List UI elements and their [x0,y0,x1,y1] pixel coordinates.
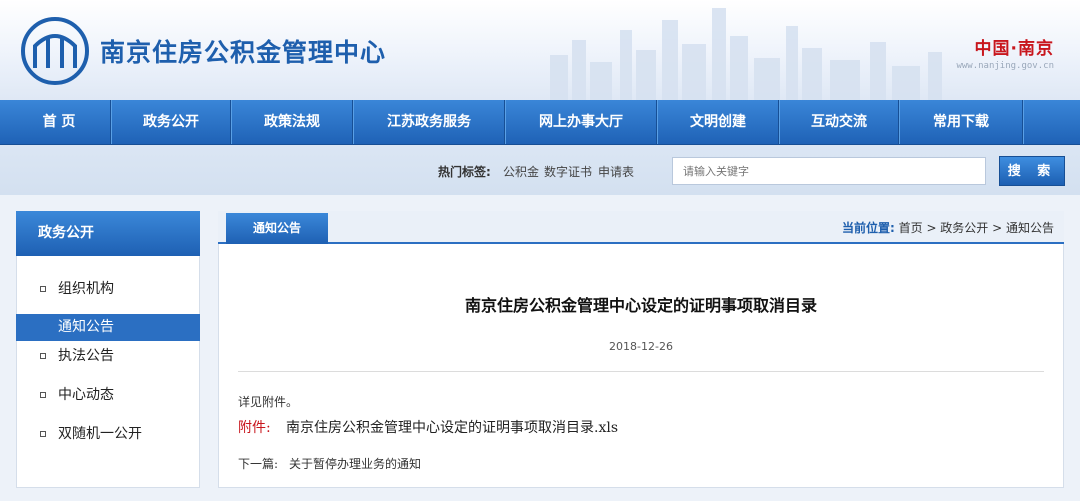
article-date: 2018-12-26 [609,340,673,353]
breadcrumb-prefix: 当前位置: [841,221,895,235]
hot-tag-link[interactable]: 数字证书 [544,163,592,180]
brand-url-text: www.nanjing.gov.cn [956,61,1054,71]
nanjing-brand-logo[interactable]: 中国·南京 www.nanjing.gov.cn [956,34,1054,71]
site-header: 南京住房公积金管理中心 中国·南京 www.nanjing.gov.cn [0,0,1080,100]
article-body: 详见附件。 [238,395,299,409]
nav-divider [1022,100,1024,144]
nav-item-home[interactable]: 首 页 [0,100,118,144]
sidebar-item-label: 执法公告 [58,348,114,364]
sidebar-item-center-news[interactable]: 中心动态 [16,382,200,409]
next-article-label: 下一篇: [238,457,279,471]
hot-tag-link[interactable]: 申请表 [598,163,634,180]
tab-notices[interactable]: 通知公告 [226,213,328,244]
nav-item-civilization[interactable]: 文明创建 [658,100,778,144]
hot-tag-link[interactable]: 公积金 [503,163,539,180]
search-button[interactable]: 搜 索 [999,156,1065,186]
sidebar-item-label: 组织机构 [58,281,114,297]
search-input[interactable] [672,157,986,185]
article-title: 南京住房公积金管理中心设定的证明事项取消目录 [464,296,817,315]
main-nav: 首 页 政务公开 政策法规 江苏政务服务 网上办事大厅 文明创建 互动交流 常用… [0,100,1080,145]
attachment-label: 附件: [238,420,271,436]
nav-item-online-hall[interactable]: 网上办事大厅 [506,100,656,144]
site-title: 南京住房公积金管理中心 [100,38,387,67]
square-bullet-icon [40,353,46,359]
sidebar-item-organization[interactable]: 组织机构 [16,276,200,303]
sidebar-item-enforcement[interactable]: 执法公告 [16,343,200,370]
hot-tags-label: 热门标签: [438,165,491,179]
attachment-link[interactable]: 南京住房公积金管理中心设定的证明事项取消目录.xls [286,417,618,437]
sidebar-item-random-inspection[interactable]: 双随机一公开 [16,421,200,448]
article-divider [238,371,1044,372]
sidebar-item-label: 通知公告 [58,319,114,335]
housing-fund-logo-icon [21,17,89,85]
square-bullet-icon [40,431,46,437]
sidebar-heading: 政务公开 [16,211,200,256]
sidebar-item-label: 中心动态 [58,387,114,403]
nav-item-jiangsu-services[interactable]: 江苏政务服务 [354,100,504,144]
nav-item-policies[interactable]: 政策法规 [232,100,352,144]
nav-item-interaction[interactable]: 互动交流 [780,100,898,144]
next-article-link[interactable]: 关于暂停办理业务的通知 [289,455,421,472]
brand-main-text: 中国·南京 [974,39,1054,59]
breadcrumb: 当前位置: 首页 > 政务公开 > 通知公告 [842,219,1054,236]
square-bullet-icon [40,392,46,398]
nav-item-government-affairs[interactable]: 政务公开 [112,100,230,144]
sidebar-item-label: 双随机一公开 [58,426,142,442]
square-bullet-icon [40,286,46,292]
breadcrumb-path[interactable]: 首页 > 政务公开 > 通知公告 [899,221,1054,235]
nav-item-downloads[interactable]: 常用下载 [900,100,1022,144]
sidebar-item-notices[interactable]: 通知公告 [16,314,200,341]
